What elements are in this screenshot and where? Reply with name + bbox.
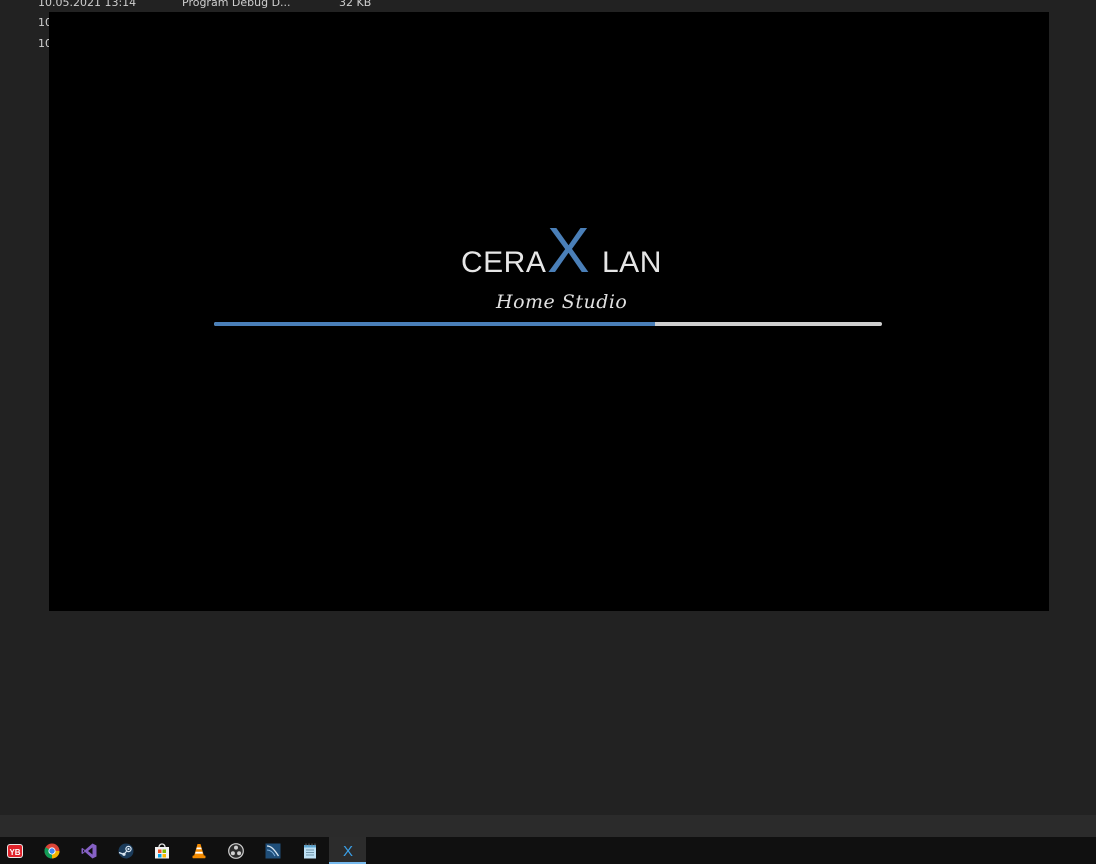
taskbar-vlc[interactable] (180, 837, 217, 864)
notepad-icon (303, 843, 316, 858)
vlc-icon (192, 843, 205, 858)
visual-studio-icon (81, 843, 96, 858)
taskbar-visual-studio[interactable] (70, 837, 107, 864)
taskbar-top-strip (0, 815, 1096, 837)
logo-word-cera: CERA (461, 246, 547, 279)
microsoft-store-icon (154, 842, 169, 858)
loading-progress-bar (214, 322, 882, 326)
taskbar: YB X (0, 837, 1096, 864)
taskbar-sql-server[interactable] (254, 837, 291, 864)
loading-progress-fill (214, 322, 655, 326)
taskbar-ceraxlan[interactable]: X (329, 837, 366, 864)
app-logo: CERA X LAN Home Studio (49, 218, 1049, 326)
splash-window: CERA X LAN Home Studio (49, 12, 1049, 611)
steam-icon (118, 843, 133, 858)
chrome-icon (43, 843, 59, 858)
logo-mark-x: X (547, 214, 590, 286)
file-date: 10.05.2021 13:14 (38, 0, 137, 9)
taskbar-notepad[interactable] (291, 837, 328, 864)
logo-word-lan: LAN (602, 246, 662, 279)
yandex-label: YB (9, 848, 20, 857)
taskbar-chrome[interactable] (33, 837, 70, 864)
taskbar-obs[interactable] (217, 837, 254, 864)
taskbar-yandex-browser[interactable]: YB (0, 837, 33, 864)
ceraxlan-label: X (342, 843, 352, 858)
sql-server-icon (265, 843, 280, 858)
ceraxlan-icon: X (342, 843, 352, 858)
obs-icon (227, 842, 244, 859)
file-type: Program Debug D... (182, 0, 291, 9)
yandex-browser-icon: YB (6, 843, 23, 858)
logo-subtitle: Home Studio (496, 291, 628, 313)
file-size: 32 KB (339, 0, 372, 9)
taskbar-steam[interactable] (107, 837, 144, 864)
taskbar-microsoft-store[interactable] (143, 837, 180, 864)
